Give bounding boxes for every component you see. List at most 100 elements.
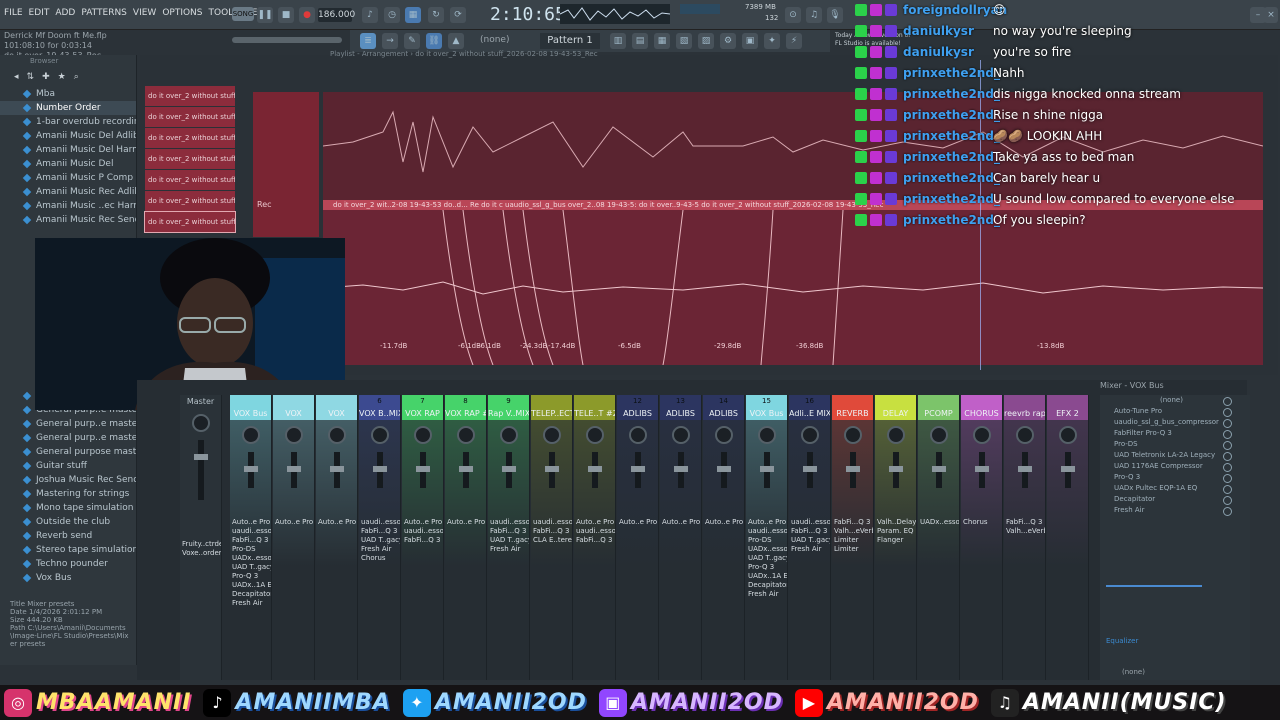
fx-slot[interactable]: Fruity..ctrde	[182, 540, 221, 549]
browser-item[interactable]: Vox Bus	[0, 571, 136, 585]
mixer-strip[interactable]: EFX 2	[1047, 395, 1089, 680]
fx-slot[interactable]: Decapitator	[232, 590, 271, 599]
chat-username[interactable]: prinxethe2nd_	[903, 192, 1000, 206]
mixer-strip[interactable]: VOX Auto..e Pro	[273, 395, 315, 680]
add-icon[interactable]: ✚	[42, 72, 50, 82]
record-button[interactable]: ●	[299, 7, 315, 23]
fx-slot[interactable]: Limiter	[834, 545, 873, 554]
pan-knob[interactable]	[413, 426, 432, 444]
stop-button[interactable]: ■	[278, 7, 294, 23]
fx-slot-item[interactable]: UAD Teletronix LA-2A Legacy	[1100, 450, 1250, 461]
wait-icon[interactable]: ◷	[384, 7, 400, 23]
fx-slot[interactable]: Pro-DS	[232, 545, 271, 554]
fx-slot[interactable]: Auto..e Pro	[275, 518, 314, 527]
fx-slot-item[interactable]: (none)	[1100, 395, 1250, 406]
browser-item[interactable]: 1-bar overdub recording	[0, 115, 136, 129]
browser-item[interactable]: Amanii Music P Comp	[0, 171, 136, 185]
pan-knob[interactable]	[284, 426, 303, 444]
channel-rack-icon[interactable]: ▤	[632, 33, 648, 49]
pan-knob[interactable]	[370, 426, 389, 444]
search-icon[interactable]: ⌕	[74, 72, 79, 82]
volume-fader[interactable]	[931, 452, 946, 488]
pan-knob[interactable]	[671, 426, 690, 444]
fx-slot[interactable]: UADx..essor	[232, 554, 271, 563]
clip-item[interactable]: do it over_2 without stuff	[145, 149, 235, 169]
fx-slot[interactable]: Fresh Air	[791, 545, 830, 554]
fx-slot[interactable]: UADx..1A EQ	[232, 581, 271, 590]
fx-slot[interactable]: uaudi..essor	[533, 518, 572, 527]
fx-slot[interactable]: Fresh Air	[361, 545, 400, 554]
browser-item[interactable]: Amanii Music Del	[0, 157, 136, 171]
browser-item[interactable]: Amanii Music Del Adlibs	[0, 129, 136, 143]
pan-knob[interactable]	[628, 426, 647, 444]
fx-slot[interactable]: uaudi..essor	[490, 518, 529, 527]
clip-item[interactable]: do it over_2 without stuff	[145, 191, 235, 211]
pan-knob[interactable]	[585, 426, 604, 444]
chat-username[interactable]: prinxethe2nd_	[903, 87, 1000, 101]
fx-slot[interactable]: uaudi..essor	[232, 527, 271, 536]
fx-slot[interactable]: Auto..e Pro	[748, 518, 787, 527]
social-handle[interactable]: ▣ AMANII2OD	[595, 688, 783, 717]
fx-slot[interactable]: FabFi...Q 3	[791, 527, 830, 536]
pan-knob[interactable]	[800, 426, 819, 444]
mixer-strip[interactable]: 15 VOX Bus Auto..e Pro uaudi..essor Pro-DS UA…	[746, 395, 788, 680]
pan-knob[interactable]	[456, 426, 475, 444]
volume-fader[interactable]	[759, 452, 774, 488]
record-track-header[interactable]	[253, 92, 319, 237]
pan-knob[interactable]	[972, 426, 991, 444]
mixer-strip[interactable]: DELAY Valh..Delay Param. EQ 2 Flanger	[875, 395, 917, 680]
fx-slot-item[interactable]: Pro-DS	[1100, 439, 1250, 450]
pan-knob[interactable]	[542, 426, 561, 444]
volume-fader[interactable]	[845, 452, 860, 488]
chat-username[interactable]: daniulkysr	[903, 24, 993, 38]
fx-slot[interactable]: CLA E..tereo	[533, 536, 572, 545]
fx-slot[interactable]: Pro-DS	[748, 536, 787, 545]
pattern-loop-icon[interactable]: ⟳	[450, 7, 466, 23]
volume-fader[interactable]	[415, 452, 430, 488]
fx-slot[interactable]: Fresh Air	[748, 590, 787, 599]
volume-fader[interactable]	[888, 452, 903, 488]
social-handle[interactable]: ♪ AMANIIMBA	[199, 688, 390, 717]
mixer-strip[interactable]: 12 ADLIBS Auto..e Pro	[617, 395, 659, 680]
social-handle[interactable]: ▶ AMANII2OD	[791, 688, 979, 717]
browser-item[interactable]: General purp..e mastering 4	[0, 431, 136, 445]
browser-item[interactable]: Amanii Music Rec Send	[0, 213, 136, 227]
save-icon[interactable]: ▣	[742, 33, 758, 49]
volume-fader[interactable]	[329, 452, 344, 488]
fx-slot[interactable]: Chorus	[361, 554, 400, 563]
fx-slot[interactable]: FabFi...Q 3	[404, 536, 443, 545]
mixer-strip[interactable]: 13 ADLIBS Auto..e Pro	[660, 395, 702, 680]
plugin-icon[interactable]: ⚙	[720, 33, 736, 49]
chat-username[interactable]: prinxethe2nd_	[903, 129, 1000, 143]
fx-slot[interactable]: Auto..e Pro	[404, 518, 443, 527]
chat-username[interactable]: prinxethe2nd_	[903, 150, 1000, 164]
browser-item[interactable]: General purpose mastering	[0, 445, 136, 459]
mixer-strip[interactable]: 7 VOX RAP Auto..e Pro uaudi..essor FabFi...Q…	[402, 395, 444, 680]
send-level-bar[interactable]	[1106, 585, 1202, 587]
volume-fader[interactable]	[286, 452, 301, 488]
fx-slot[interactable]: Limiter	[834, 536, 873, 545]
fx-slot-item[interactable]: Decapitator	[1100, 494, 1250, 505]
tempo-display[interactable]: 186.000	[318, 8, 355, 22]
brush-icon[interactable]: ⚡	[786, 33, 802, 49]
pencil-icon[interactable]: ✎	[404, 33, 420, 49]
menu-item-options[interactable]: OPTIONS	[162, 8, 202, 18]
star-icon[interactable]: ★	[58, 72, 66, 82]
social-handle[interactable]: ♫ AMANII(MUSIC)	[987, 688, 1227, 717]
menu-item-add[interactable]: ADD	[55, 8, 75, 18]
fx-slot-item[interactable]: Auto-Tune Pro	[1100, 406, 1250, 417]
volume-fader[interactable]	[243, 452, 258, 488]
fx-slot[interactable]: Decapitator	[748, 581, 787, 590]
pan-knob[interactable]	[327, 426, 346, 444]
menu-item-view[interactable]: VIEW	[133, 8, 156, 18]
snap-value[interactable]: (none)	[480, 35, 509, 45]
fx-slot[interactable]: Valh...eVerb	[1006, 527, 1045, 536]
piano-roll-icon[interactable]: ▦	[654, 33, 670, 49]
snap-icon[interactable]: ≣	[360, 33, 376, 49]
fx-slot[interactable]: FabFi...Q 3	[490, 527, 529, 536]
browser-item[interactable]: Stereo tape simulation	[0, 543, 136, 557]
mixer-strip[interactable]: CHORUS Chorus	[961, 395, 1003, 680]
fx-slot[interactable]: Chorus	[963, 518, 1002, 527]
clip-item[interactable]: do it over_2 without stuff	[145, 86, 235, 106]
menu-item-file[interactable]: FILE	[4, 8, 23, 18]
